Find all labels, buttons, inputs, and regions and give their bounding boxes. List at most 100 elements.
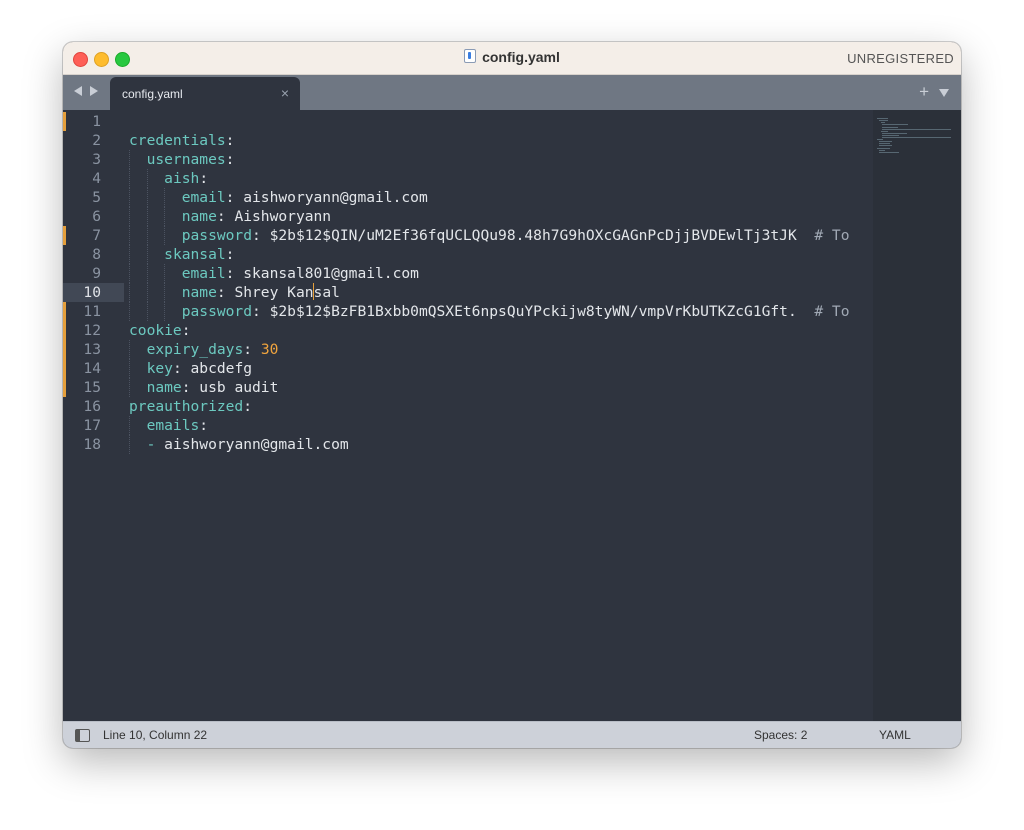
indent-guide <box>129 340 130 359</box>
minimap-line <box>880 122 886 124</box>
yaml-key: password <box>181 227 253 244</box>
tab-menu-icon[interactable] <box>939 89 949 97</box>
yaml-text: : usb audit <box>181 379 279 396</box>
line-number: 18 <box>83 436 101 453</box>
code-line[interactable]: 8 skansal: <box>63 245 873 264</box>
yaml-key: aish <box>164 170 200 187</box>
line-number: 15 <box>83 379 101 396</box>
indent-guide <box>129 435 130 454</box>
new-tab-button[interactable]: + <box>919 82 929 102</box>
minimap-line <box>878 145 893 147</box>
code-text: password: $2b$12$BzFB1Bxbb0mQSXEt6npsQuY… <box>129 302 850 321</box>
cursor-position[interactable]: Line 10, Column 22 <box>103 728 207 742</box>
indent-guide <box>146 283 148 302</box>
code-editor[interactable]: 1 2 credentials: 3 usernames: 4 aish: 5 email… <box>63 110 961 722</box>
code-line[interactable]: 14 key: abcdefg <box>63 359 873 378</box>
code-line[interactable]: 15 name: usb audit <box>63 378 873 397</box>
code-text: password: $2b$12$QIN/uM2Ef36fqUCLQQu98.4… <box>129 226 850 245</box>
code-line[interactable]: 12 cookie: <box>63 321 873 340</box>
yaml-text: : skansal801@gmail.com <box>225 265 419 282</box>
code-text: usernames: <box>129 150 235 169</box>
code-line[interactable]: 17 emails: <box>63 416 873 435</box>
yaml-key: email <box>181 189 226 206</box>
code-line[interactable]: 1 <box>63 112 873 131</box>
yaml-key: password <box>181 303 253 320</box>
code-text: emails: <box>129 416 209 435</box>
status-bar: Line 10, Column 22 Spaces: 2 YAML <box>63 721 961 748</box>
yaml-key: name <box>146 379 182 396</box>
indent-guide <box>129 378 130 397</box>
code-line[interactable]: 3 usernames: <box>63 150 873 169</box>
tab-close-icon[interactable]: × <box>281 85 289 101</box>
minimap-line <box>882 134 899 136</box>
code-line[interactable]: 6 name: Aishworyann <box>63 207 873 226</box>
indent-guide <box>129 264 130 283</box>
code-line[interactable]: 9 email: skansal801@gmail.com <box>63 264 873 283</box>
minimap-line <box>878 141 893 143</box>
sidebar-toggle-icon[interactable] <box>75 729 90 742</box>
indent-guide <box>129 169 130 188</box>
yaml-text: : <box>243 341 261 358</box>
yaml-key: preauthorized <box>129 398 244 415</box>
syntax-selector[interactable]: YAML <box>879 728 911 742</box>
line-number: 3 <box>92 151 101 168</box>
indentation-selector[interactable]: Spaces: 2 <box>754 728 807 742</box>
yaml-text: : aishworyann@gmail.com <box>225 189 428 206</box>
yaml-text: : abcdefg <box>172 360 253 377</box>
minimap-line <box>882 128 951 130</box>
code-line[interactable]: 10 name: Shrey Kansal <box>63 283 873 302</box>
line-number: 2 <box>92 132 101 149</box>
code-line[interactable]: 4 aish: <box>63 169 873 188</box>
tab-config-yaml[interactable]: config.yaml × <box>110 77 300 110</box>
code-line[interactable]: 13 expiry_days: 30 <box>63 340 873 359</box>
code-line[interactable]: 18 - aishworyann@gmail.com <box>63 435 873 454</box>
line-number: 12 <box>83 322 101 339</box>
yaml-text: : <box>243 398 253 415</box>
tab-forward-icon[interactable] <box>90 86 98 96</box>
line-number: 14 <box>83 360 101 377</box>
unregistered-label: UNREGISTERED <box>847 51 954 66</box>
tab-back-icon[interactable] <box>74 86 82 96</box>
code-line[interactable]: 11 password: $2b$12$BzFB1Bxbb0mQSXEt6nps… <box>63 302 873 321</box>
yaml-text <box>129 284 182 301</box>
code-line[interactable]: 2 credentials: <box>63 131 873 150</box>
yaml-text: : <box>199 417 209 434</box>
yaml-text: : $2b$12$QIN/uM2Ef36fqUCLQQu98.48h7G9hOX… <box>252 227 815 244</box>
code-line[interactable]: 16 preauthorized: <box>63 397 873 416</box>
line-number: 6 <box>92 208 101 225</box>
yaml-key: emails <box>146 417 200 434</box>
code-text: aish: <box>129 169 208 188</box>
yaml-text <box>129 303 182 320</box>
yaml-text: : Shrey Kan <box>216 284 314 301</box>
indent-guide <box>164 264 166 283</box>
code-text: email: aishworyann@gmail.com <box>129 188 428 207</box>
yaml-text: : <box>225 132 235 149</box>
title-bar[interactable]: config.yaml UNREGISTERED <box>63 42 961 75</box>
indent-guide <box>146 264 148 283</box>
code-text: expiry_days: 30 <box>129 340 279 359</box>
yaml-text <box>129 379 147 396</box>
minimap-line <box>877 118 888 120</box>
window-title-text: config.yaml <box>482 49 560 65</box>
code-line[interactable]: 7 password: $2b$12$QIN/uM2Ef36fqUCLQQu98… <box>63 226 873 245</box>
yaml-text: aishworyann@gmail.com <box>155 436 349 453</box>
tab-bar: config.yaml × + <box>63 75 961 110</box>
yaml-text: : <box>181 322 191 339</box>
yaml-key: email <box>181 265 226 282</box>
minimap-line <box>882 132 907 134</box>
yaml-key: cookie <box>129 322 182 339</box>
indent-guide <box>146 226 148 245</box>
code-text: email: skansal801@gmail.com <box>129 264 419 283</box>
code-line[interactable]: 5 email: aishworyann@gmail.com <box>63 188 873 207</box>
code-text: - aishworyann@gmail.com <box>129 435 349 454</box>
indent-guide <box>129 245 130 264</box>
line-number: 11 <box>83 303 101 320</box>
yaml-key: usernames <box>146 151 226 168</box>
yaml-key: skansal <box>164 246 226 263</box>
minimap[interactable] <box>873 110 961 722</box>
yaml-text <box>129 417 147 434</box>
yaml-comment: # To <box>814 227 850 244</box>
yaml-key: credentials <box>129 132 226 149</box>
indent-guide <box>129 283 130 302</box>
line-number: 9 <box>92 265 101 282</box>
